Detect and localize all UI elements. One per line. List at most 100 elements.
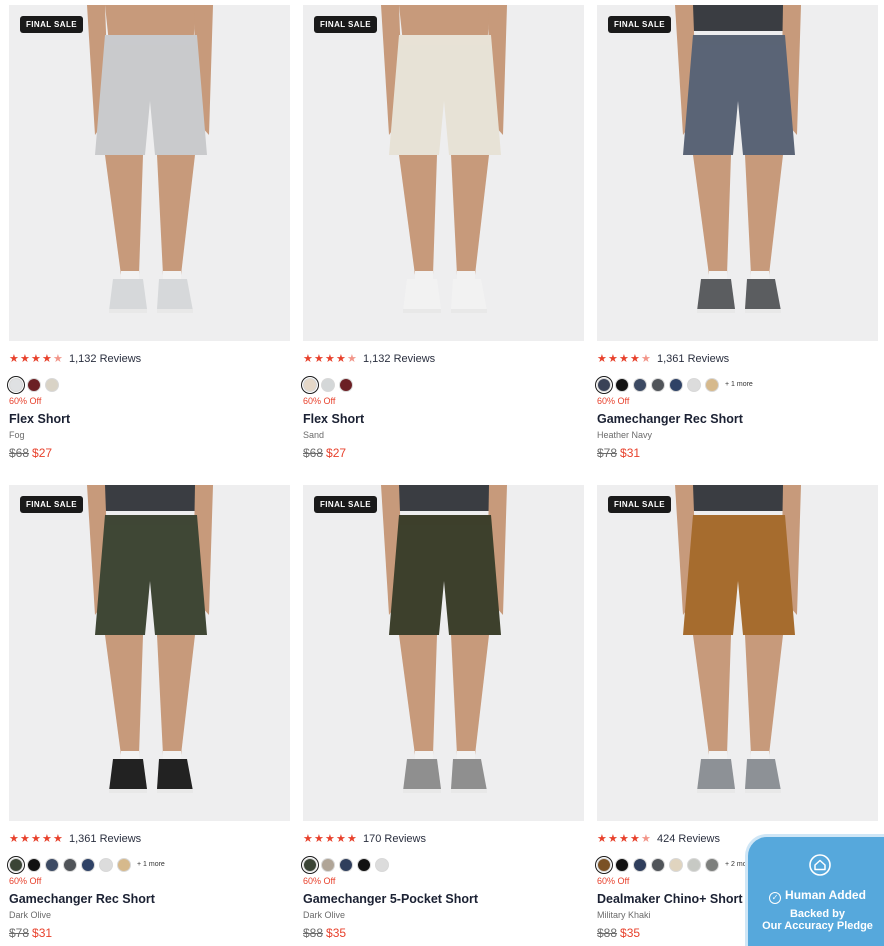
price: $68 $27 [9,446,290,460]
product-meta: ★ ★ ★ ★ ★ 1,361 Reviews + 1 more 60% Off Gamecha… [597,341,878,460]
original-price: $68 [303,446,324,460]
color-swatch[interactable] [27,377,41,392]
color-swatch[interactable] [597,857,611,872]
rating-row: ★ ★ ★ ★ ★ 1,132 Reviews [303,352,584,366]
color-swatch[interactable] [633,377,647,392]
review-count[interactable]: 170 Reviews [363,833,426,845]
price: $78 $31 [9,926,290,940]
color-swatch[interactable] [375,857,389,872]
color-swatch[interactable] [339,377,353,392]
color-swatch[interactable] [321,377,335,392]
star-rating: ★ ★ ★ ★ ★ [303,833,357,845]
more-colors-link[interactable]: + 1 more [137,861,165,868]
sale-price: $27 [326,446,347,460]
product-image[interactable]: FINAL SALE [9,485,290,821]
discount-label: 60% Off [597,396,630,406]
product-photo-figure [381,5,507,313]
rating-row: ★ ★ ★ ★ ★ 170 Reviews [303,832,584,846]
sale-price: $35 [326,926,347,940]
color-swatches [303,857,584,872]
product-link[interactable]: FINAL SALE ★ ★ ★ ★ ★ 1,361 Reviews + 1 more 60% … [597,5,878,463]
accuracy-pledge-widget[interactable]: ✓ Human Added Backed by Our Accuracy Pled… [745,834,884,946]
product-meta: ★ ★ ★ ★ ★ 170 Reviews 60% Off Gamechanger 5-Poc… [303,821,584,940]
color-swatch[interactable] [27,857,41,872]
review-count[interactable]: 1,361 Reviews [657,353,729,365]
product-grid: FINAL SALE ★ ★ ★ ★ ★ 1,132 Reviews 60% Off Flex … [9,5,879,943]
final-sale-badge: FINAL SALE [314,16,377,33]
star-full-icon: ★ [336,833,346,845]
color-swatch[interactable] [45,857,59,872]
price: $68 $27 [303,446,584,460]
color-swatch[interactable] [117,857,131,872]
product-image[interactable]: FINAL SALE [303,485,584,821]
product-link[interactable]: FINAL SALE ★ ★ ★ ★ ★ 1,132 Reviews 60% Off Flex … [303,5,584,463]
color-name: Sand [303,430,325,440]
color-swatch[interactable] [705,857,719,872]
discount-label: 60% Off [9,876,42,886]
star-full-icon: ★ [336,353,346,365]
product-card: FINAL SALE ★ ★ ★ ★ ★ 170 Reviews 60% Off Gamecha… [303,485,584,943]
color-swatch[interactable] [45,377,59,392]
product-photo-figure [381,485,507,793]
color-swatch[interactable] [9,377,23,392]
color-swatch[interactable] [321,857,335,872]
star-full-icon: ★ [31,353,41,365]
check-circle-icon: ✓ [769,892,782,904]
pledge-line-1: Backed by [789,908,846,920]
original-price: $88 [597,926,618,940]
product-name[interactable]: Gamechanger Rec Short [597,412,878,427]
product-name[interactable]: Gamechanger Rec Short [9,892,290,907]
color-swatch[interactable] [615,377,629,392]
color-swatch[interactable] [687,377,701,392]
star-full-icon: ★ [314,833,324,845]
product-name[interactable]: Flex Short [9,412,290,427]
color-swatch[interactable] [687,857,701,872]
color-swatch[interactable] [705,377,719,392]
product-link[interactable]: FINAL SALE ★ ★ ★ ★ ★ 1,361 Reviews + 1 more 60% … [9,485,290,943]
product-image[interactable]: FINAL SALE [9,5,290,341]
color-swatch[interactable] [81,857,95,872]
product-photo-figure [675,485,801,793]
product-meta: ★ ★ ★ ★ ★ 1,132 Reviews 60% Off Flex Short Sand $… [303,341,584,460]
color-swatch[interactable] [99,857,113,872]
color-swatch[interactable] [651,377,665,392]
color-swatch[interactable] [669,857,683,872]
original-price: $78 [9,926,30,940]
star-full-icon: ★ [53,833,63,845]
color-swatch[interactable] [357,857,371,872]
product-image[interactable]: FINAL SALE [597,485,878,821]
pledge-line-2: Our Accuracy Pledge [762,920,873,932]
final-sale-badge: FINAL SALE [20,496,83,513]
product-image[interactable]: FINAL SALE [303,5,584,341]
review-count[interactable]: 1,132 Reviews [69,353,141,365]
color-swatch[interactable] [597,377,611,392]
product-name[interactable]: Flex Short [303,412,584,427]
star-full-icon: ★ [597,353,607,365]
color-swatch[interactable] [669,377,683,392]
star-full-icon: ★ [31,833,41,845]
more-colors-link[interactable]: + 1 more [725,381,753,388]
original-price: $88 [303,926,324,940]
review-count[interactable]: 1,132 Reviews [363,353,435,365]
color-swatch[interactable] [9,857,23,872]
color-swatch[interactable] [339,857,353,872]
star-full-icon: ★ [619,353,629,365]
star-full-icon: ★ [42,353,52,365]
color-swatch[interactable] [633,857,647,872]
product-card: FINAL SALE ★ ★ ★ ★ ★ 1,361 Reviews + 1 more 60% … [9,485,290,943]
color-swatch[interactable] [63,857,77,872]
product-link[interactable]: FINAL SALE ★ ★ ★ ★ ★ 1,132 Reviews 60% Off Flex … [9,5,290,463]
product-name[interactable]: Gamechanger 5-Pocket Short [303,892,584,907]
star-full-icon: ★ [630,833,640,845]
star-full-icon: ★ [314,353,324,365]
color-swatch[interactable] [615,857,629,872]
color-swatch[interactable] [651,857,665,872]
review-count[interactable]: 1,361 Reviews [69,833,141,845]
product-link[interactable]: FINAL SALE ★ ★ ★ ★ ★ 170 Reviews 60% Off Gamecha… [303,485,584,943]
review-count[interactable]: 424 Reviews [657,833,720,845]
color-swatch[interactable] [303,377,317,392]
product-image[interactable]: FINAL SALE [597,5,878,341]
color-swatches [9,377,290,392]
star-full-icon: ★ [325,353,335,365]
color-swatch[interactable] [303,857,317,872]
